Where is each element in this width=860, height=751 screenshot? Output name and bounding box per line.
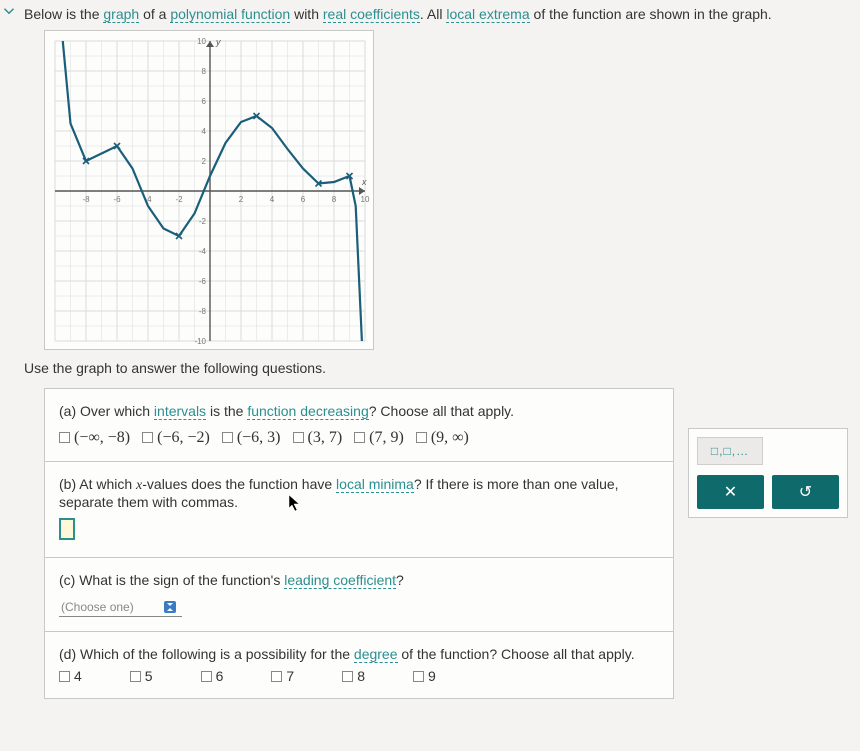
- checkbox-degree-8[interactable]: [342, 671, 353, 682]
- prompt-use-graph: Use the graph to answer the following qu…: [24, 360, 846, 376]
- interval-label: (7, 9): [369, 429, 404, 446]
- term-function[interactable]: function: [247, 403, 296, 420]
- list-format-button[interactable]: □,□,…: [697, 437, 763, 465]
- question-b: (b) At which x-values does the function …: [45, 462, 673, 558]
- term-local-extrema[interactable]: local extrema: [446, 6, 529, 23]
- degree-label: 5: [145, 668, 153, 684]
- degree-label: 8: [357, 668, 365, 684]
- svg-text:6: 6: [202, 97, 207, 106]
- local-minima-input[interactable]: [59, 518, 75, 540]
- tool-panel: □,□,… ✕ ↺: [688, 428, 848, 518]
- svg-text:2: 2: [239, 195, 244, 204]
- interval-label: (3, 7): [308, 429, 343, 446]
- svg-text:2: 2: [202, 157, 207, 166]
- term-graph[interactable]: graph: [103, 6, 139, 23]
- checkbox-interval-2[interactable]: [222, 432, 233, 443]
- checkbox-interval-3[interactable]: [293, 432, 304, 443]
- degree-label: 4: [74, 668, 82, 684]
- term-local-minima[interactable]: local minima: [336, 476, 414, 493]
- svg-text:6: 6: [301, 195, 306, 204]
- checkbox-degree-9[interactable]: [413, 671, 424, 682]
- interval-label: (−6, 3): [237, 429, 281, 446]
- svg-text:-8: -8: [82, 195, 90, 204]
- question-c: (c) What is the sign of the function's l…: [45, 558, 673, 632]
- svg-text:-2: -2: [175, 195, 183, 204]
- degree-label: 7: [286, 668, 294, 684]
- leading-coeff-dropdown[interactable]: (Choose one): [59, 598, 182, 617]
- dropdown-arrow-icon: [164, 601, 176, 613]
- interval-label: (9, ∞): [431, 429, 469, 446]
- questions-box: (a) Over which intervals is the function…: [44, 388, 674, 699]
- interval-label: (−∞, −8): [74, 429, 130, 446]
- term-degree[interactable]: degree: [354, 646, 398, 663]
- svg-text:10: 10: [361, 195, 370, 204]
- degree-label: 9: [428, 668, 436, 684]
- checkbox-degree-6[interactable]: [201, 671, 212, 682]
- checkbox-interval-1[interactable]: [142, 432, 153, 443]
- checkbox-interval-4[interactable]: [354, 432, 365, 443]
- reset-button[interactable]: ↺: [772, 475, 839, 509]
- svg-text:8: 8: [202, 67, 207, 76]
- intro-text: Below is the graph of a polynomial funct…: [24, 6, 846, 22]
- close-button[interactable]: ✕: [697, 475, 764, 509]
- checkbox-interval-0[interactable]: [59, 432, 70, 443]
- term-polynomial-function[interactable]: polynomial function: [170, 6, 290, 23]
- svg-text:10: 10: [197, 37, 206, 46]
- term-intervals[interactable]: intervals: [154, 403, 206, 420]
- svg-text:-2: -2: [199, 217, 207, 226]
- svg-text:x: x: [361, 177, 367, 187]
- term-decreasing[interactable]: decreasing: [300, 403, 369, 420]
- svg-text:-4: -4: [199, 247, 207, 256]
- svg-text:-10: -10: [194, 337, 206, 346]
- checkbox-degree-5[interactable]: [130, 671, 141, 682]
- svg-text:-8: -8: [199, 307, 207, 316]
- svg-text:4: 4: [270, 195, 275, 204]
- term-coefficients[interactable]: coefficients: [350, 6, 420, 23]
- checkbox-degree-4[interactable]: [59, 671, 70, 682]
- checkbox-interval-5[interactable]: [416, 432, 427, 443]
- svg-text:4: 4: [202, 127, 207, 136]
- term-real[interactable]: real: [323, 6, 346, 23]
- svg-text:8: 8: [332, 195, 337, 204]
- interval-label: (−6, −2): [157, 429, 210, 446]
- question-d: (d) Which of the following is a possibil…: [45, 632, 673, 698]
- svg-text:-6: -6: [199, 277, 207, 286]
- svg-text:y: y: [215, 37, 221, 47]
- svg-text:-6: -6: [113, 195, 121, 204]
- question-a: (a) Over which intervals is the function…: [45, 389, 673, 462]
- term-leading-coefficient[interactable]: leading coefficient: [284, 572, 396, 589]
- checkbox-degree-7[interactable]: [271, 671, 282, 682]
- polynomial-graph: -8-6-4-2246810-10-8-6-4-2246810xy: [44, 30, 374, 350]
- chevron-down-icon[interactable]: [0, 2, 18, 20]
- degree-label: 6: [216, 668, 224, 684]
